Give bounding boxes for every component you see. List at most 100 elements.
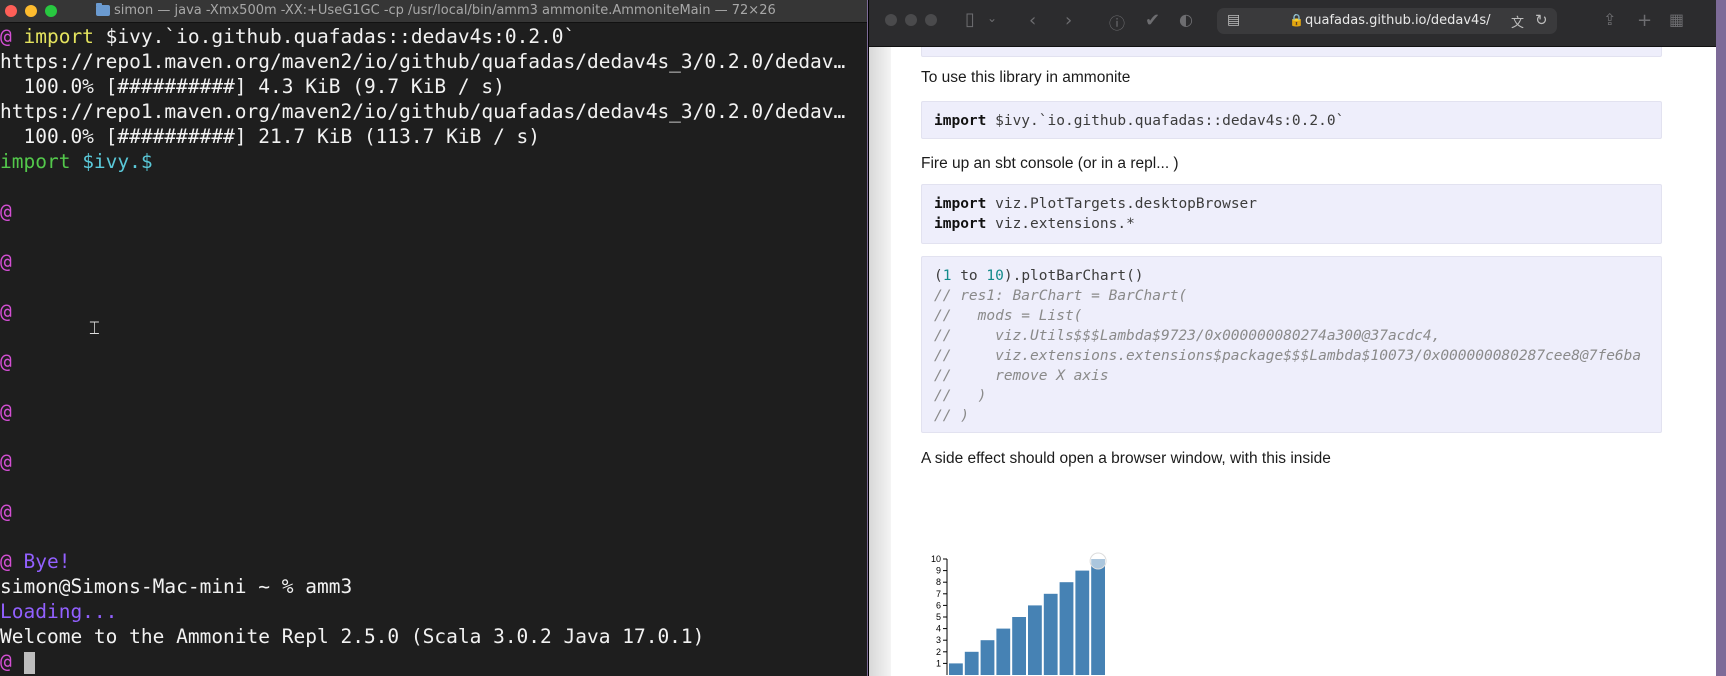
y-tick-label: 2 xyxy=(936,647,941,657)
share-icon[interactable]: ⇪ xyxy=(1603,10,1616,29)
new-tab-icon[interactable]: + xyxy=(1637,10,1652,31)
terminal-text: import xyxy=(23,25,94,48)
terminal-text: https://repo1.maven.org/maven2/io/github… xyxy=(0,100,846,123)
code-line: // ) xyxy=(934,405,969,427)
terminal-text: @ xyxy=(0,250,12,273)
code-line: // ) xyxy=(934,385,986,407)
terminal-line: 100.0% [##########] 21.7 KiB (113.7 KiB … xyxy=(0,124,862,149)
close-window-button[interactable] xyxy=(885,14,897,26)
bar-7[interactable] xyxy=(1043,593,1058,675)
bar-1[interactable] xyxy=(949,663,963,675)
bar-4[interactable] xyxy=(996,628,1011,675)
terminal-text: 100.0% [##########] 21.7 KiB (113.7 KiB … xyxy=(0,125,541,148)
code-token: import xyxy=(934,113,987,129)
terminal-window[interactable]: simon — java -Xmx500m -XX:+UseG1GC -cp /… xyxy=(0,0,867,676)
terminal-text: https://repo1.maven.org/maven2/io/github… xyxy=(0,50,846,73)
paragraph-use-in-ammonite: To use this library in ammonite xyxy=(921,69,1131,86)
translate-icon[interactable]: 文 xyxy=(1511,12,1524,31)
y-tick-label: 1 xyxy=(936,658,941,668)
terminal-text: @ xyxy=(0,300,12,323)
bar-5[interactable] xyxy=(1012,617,1026,675)
paragraph-side-effect: A side effect should open a browser wind… xyxy=(921,450,1331,467)
code-block-imports[interactable]: import viz.PlotTargets.desktopBrowser imp… xyxy=(921,184,1662,244)
y-tick-label: 7 xyxy=(936,589,941,599)
terminal-text: Bye! xyxy=(23,550,71,573)
y-tick-label: 4 xyxy=(936,624,941,634)
terminal-output[interactable]: @ import $ivy.`io.github.quafadas::dedav… xyxy=(0,24,867,676)
terminal-text: @ xyxy=(0,350,12,373)
text-cursor-icon: ⌶ xyxy=(89,318,100,339)
terminal-line: @ xyxy=(0,449,862,474)
url-text[interactable]: quafadas.github.io/dedav4s/ xyxy=(1305,13,1490,28)
terminal-line: https://repo1.maven.org/maven2/io/github… xyxy=(0,99,862,124)
chevron-down-icon[interactable]: ⌄ xyxy=(987,11,997,25)
terminal-line: https://repo1.maven.org/maven2/io/github… xyxy=(0,49,862,74)
bar-10[interactable] xyxy=(1091,559,1105,675)
lock-icon: 🔒 xyxy=(1289,13,1304,27)
code-line: // res1: BarChart = BarChart( xyxy=(934,285,1187,307)
terminal-line: 100.0% [##########] 4.3 KiB (9.7 KiB / s… xyxy=(0,74,862,99)
chart-actions-menu-icon[interactable] xyxy=(1089,552,1107,570)
code-line: (1 to 10).plotBarChart() xyxy=(934,265,1144,287)
terminal-text: @ xyxy=(0,450,12,473)
terminal-line: @ xyxy=(0,349,862,374)
tab-overview-icon[interactable]: ▦ xyxy=(1669,10,1684,29)
bar-9[interactable] xyxy=(1075,570,1090,675)
terminal-title: simon — java -Xmx500m -XX:+UseG1GC -cp /… xyxy=(114,3,776,18)
y-tick-label: 8 xyxy=(936,577,941,587)
code-token: $ivy.`io.github.quafadas::dedav4s:0.2.0` xyxy=(986,113,1345,129)
bar-6[interactable] xyxy=(1028,605,1042,675)
minimize-window-button[interactable] xyxy=(25,5,37,17)
terminal-cursor xyxy=(24,652,35,674)
zoom-window-button[interactable] xyxy=(925,14,937,26)
code-token: import xyxy=(934,196,987,212)
terminal-titlebar[interactable]: simon — java -Xmx500m -XX:+UseG1GC -cp /… xyxy=(0,0,867,23)
bar-2[interactable] xyxy=(964,651,979,675)
bar-3[interactable] xyxy=(980,640,995,675)
code-token: 10 xyxy=(986,268,1004,284)
extension-icon[interactable]: ✔ xyxy=(1145,10,1160,31)
terminal-text: @ xyxy=(0,500,12,523)
page-margin xyxy=(869,47,891,676)
code-token: ( xyxy=(934,268,943,284)
forward-icon[interactable]: › xyxy=(1065,10,1072,31)
code-block-ivy-import[interactable]: import $ivy.`io.github.quafadas::dedav4s… xyxy=(921,101,1662,139)
terminal-line: Loading... xyxy=(0,599,862,624)
bar-8[interactable] xyxy=(1059,582,1074,675)
web-page-content[interactable]: To use this library in ammonite import $… xyxy=(869,47,1716,676)
code-block-plot-bar-chart[interactable]: (1 to 10).plotBarChart()// res1: BarChar… xyxy=(921,256,1662,433)
terminal-line: Welcome to the Ammonite Repl 2.5.0 (Scal… xyxy=(0,624,862,649)
shield-icon[interactable]: ◐ xyxy=(1179,10,1193,29)
code-line: import viz.PlotTargets.desktopBrowser xyxy=(934,193,1257,215)
terminal-line: @ import $ivy.`io.github.quafadas::dedav… xyxy=(0,24,862,49)
code-line: import viz.extensions.* xyxy=(934,213,1135,235)
terminal-text: @ xyxy=(0,25,24,48)
page-menu-icon[interactable]: ▤ xyxy=(1227,12,1240,28)
code-token: // viz.Utils$$$Lambda$9723/0x00000008027… xyxy=(934,328,1441,344)
zoom-window-button[interactable] xyxy=(45,5,57,17)
address-bar[interactable]: ▤ 🔒 quafadas.github.io/dedav4s/ 文 ↻ xyxy=(1217,8,1557,34)
back-icon[interactable]: ‹ xyxy=(1029,10,1036,31)
code-token: // ) xyxy=(934,408,969,424)
minimize-window-button[interactable] xyxy=(905,14,917,26)
close-window-button[interactable] xyxy=(5,5,17,17)
terminal-line: @ xyxy=(0,299,862,324)
browser-toolbar: ▯ ⌄ ‹ › ⓘ ✔ ◐ ▤ 🔒 quafadas.github.io/ded… xyxy=(869,0,1716,47)
code-token: // viz.extensions.extensions$package$$$L… xyxy=(934,348,1642,364)
info-icon[interactable]: ⓘ xyxy=(1109,10,1125,34)
paragraph-fire-up-console: Fire up an sbt console (or in a repl... … xyxy=(921,155,1179,172)
y-tick-label: 9 xyxy=(936,566,941,576)
code-token: // mods = List( xyxy=(934,308,1083,324)
terminal-line: @ Bye! xyxy=(0,549,862,574)
sidebar-icon[interactable]: ▯ xyxy=(965,9,975,30)
y-tick-label: 5 xyxy=(936,612,941,622)
y-tick-label: 6 xyxy=(936,600,941,610)
browser-window[interactable]: ▯ ⌄ ‹ › ⓘ ✔ ◐ ▤ 🔒 quafadas.github.io/ded… xyxy=(868,0,1716,676)
code-token: ).plotBarChart() xyxy=(1003,268,1144,284)
reload-icon[interactable]: ↻ xyxy=(1535,11,1548,29)
